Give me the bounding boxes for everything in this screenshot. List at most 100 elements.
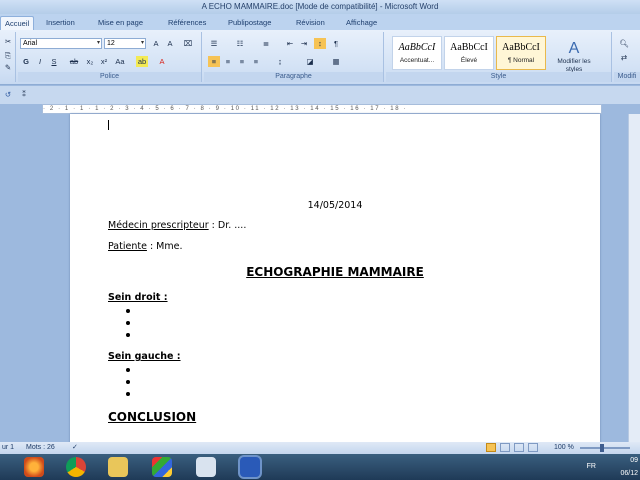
sein-gauche-heading: Sein gauche : xyxy=(108,351,181,362)
word-count[interactable]: Mots : 26 xyxy=(26,442,55,454)
document-date: 14/05/2014 xyxy=(307,200,363,211)
list-bullet xyxy=(126,309,130,313)
zoom-level[interactable]: 100 % xyxy=(554,442,574,454)
tab-accueil[interactable]: Accueil xyxy=(0,16,35,30)
tab-revision[interactable]: Révision xyxy=(292,16,329,30)
numbering-icon[interactable]: ☷ xyxy=(234,38,246,49)
tab-insertion[interactable]: Insertion xyxy=(42,16,79,30)
multilevel-list-icon[interactable]: ≣ xyxy=(260,38,272,49)
change-case-icon[interactable]: Aa xyxy=(114,56,126,67)
change-styles-button[interactable]: A Modifier les styles xyxy=(554,40,594,73)
zoom-slider-thumb[interactable] xyxy=(600,444,604,452)
undo-icon[interactable]: ↺ xyxy=(2,89,14,100)
file-explorer-icon[interactable] xyxy=(108,457,128,477)
medecin-line: Médecin prescripteur : Dr. .... xyxy=(108,220,246,231)
underline-icon[interactable]: S xyxy=(48,56,60,67)
bold-icon[interactable]: G xyxy=(20,56,32,67)
medecin-value: : Dr. .... xyxy=(208,220,247,231)
chrome-icon[interactable] xyxy=(66,457,86,477)
style-name: ¶ Normal xyxy=(507,57,535,64)
title-bar: A ECHO MAMMAIRE.doc [Mode de compatibili… xyxy=(0,0,640,14)
spellcheck-icon[interactable]: ✓ xyxy=(72,442,78,454)
outline-view-icon[interactable] xyxy=(528,443,538,452)
format-painter-icon[interactable]: ✎ xyxy=(2,62,14,73)
grow-font-icon[interactable]: A xyxy=(150,38,162,49)
medecin-label: Médecin prescripteur xyxy=(108,220,209,231)
list-bullet xyxy=(126,380,130,384)
tab-affichage[interactable]: Affichage xyxy=(342,16,381,30)
copy-icon[interactable]: ⎘ xyxy=(2,50,14,61)
align-right-icon[interactable]: ≡ xyxy=(236,56,248,67)
patiente-value: : Mme. xyxy=(146,241,183,252)
line-spacing-icon[interactable]: ↨ xyxy=(274,56,286,67)
chevron-down-icon: ▾ xyxy=(140,40,144,46)
zoom-slider[interactable] xyxy=(580,447,630,449)
font-color-icon[interactable]: A xyxy=(156,56,168,67)
snipping-tool-icon[interactable] xyxy=(196,457,216,477)
tab-publipostage[interactable]: Publipostage xyxy=(224,16,275,30)
full-screen-icon[interactable] xyxy=(500,443,510,452)
font-group: Arial ▾ 12 ▾ A A ⌧ G I S ab x₂ x² Aa ab … xyxy=(18,32,202,82)
ruler-marks: · 2 · 1 · 1 · 1 · 2 · 3 · 4 · 5 · 6 · 7 … xyxy=(43,106,408,112)
paragraph-group: ☰ ☷ ≣ ⇤ ⇥ ↕ ¶ ≡ ≡ ≡ ≡ ↨ ◪ ▦ Paragraphe xyxy=(204,32,384,82)
font-name-value: Arial xyxy=(23,40,38,47)
patiente-label: Patiente xyxy=(108,241,147,252)
shrink-font-icon[interactable]: A xyxy=(164,38,176,49)
align-left-icon[interactable]: ≡ xyxy=(208,56,220,67)
chevron-down-icon: ▾ xyxy=(96,40,100,46)
list-bullet xyxy=(126,392,130,396)
strikethrough-icon[interactable]: ab xyxy=(68,56,80,67)
clock[interactable]: 09 06/12 xyxy=(620,454,638,480)
show-formatting-icon[interactable]: ¶ xyxy=(330,38,342,49)
superscript-icon[interactable]: x² xyxy=(98,56,110,67)
highlight-icon[interactable]: ab xyxy=(136,56,148,67)
font-size-combo[interactable]: 12 ▾ xyxy=(104,38,146,49)
horizontal-ruler[interactable]: · 2 · 1 · 1 · 1 · 2 · 3 · 4 · 5 · 6 · 7 … xyxy=(42,104,602,114)
font-size-value: 12 xyxy=(107,40,115,47)
paragraph-group-label: Paragraphe xyxy=(204,72,383,82)
font-name-combo[interactable]: Arial ▾ xyxy=(20,38,102,49)
document-page[interactable]: 14/05/2014 Médecin prescripteur : Dr. ..… xyxy=(70,114,600,444)
sort-icon[interactable]: ↕ xyxy=(314,38,326,49)
firefox-icon[interactable] xyxy=(24,457,44,477)
word-icon[interactable] xyxy=(240,457,260,477)
window-title: A ECHO MAMMAIRE.doc [Mode de compatibili… xyxy=(201,2,439,11)
italic-icon[interactable]: I xyxy=(34,56,46,67)
ribbon-tabs: Accueil Insertion Mise en page Référence… xyxy=(0,14,640,30)
text-cursor xyxy=(108,120,109,130)
style-accentuation[interactable]: AaBbCcI Accentuat... xyxy=(392,36,442,70)
style-name: Élevé xyxy=(460,57,478,64)
print-layout-icon[interactable] xyxy=(486,443,496,452)
shading-icon[interactable]: ◪ xyxy=(304,56,316,67)
justify-icon[interactable]: ≡ xyxy=(250,56,262,67)
style-normal[interactable]: AaBbCcI ¶ Normal xyxy=(496,36,546,70)
subscript-icon[interactable]: x₂ xyxy=(84,56,96,67)
replace-icon[interactable]: ⇄ xyxy=(618,52,630,63)
ribbon: ✂ ⎘ ✎ Arial ▾ 12 ▾ A A ⌧ G I S ab x₂ x² … xyxy=(0,30,640,85)
list-bullet xyxy=(126,333,130,337)
cut-icon[interactable]: ✂ xyxy=(2,36,14,47)
vertical-scrollbar[interactable] xyxy=(628,114,640,442)
clear-format-icon[interactable]: ⌧ xyxy=(182,38,194,49)
page-indicator[interactable]: ur 1 xyxy=(2,442,14,454)
taskbar: FR 09 06/12 xyxy=(0,454,640,480)
web-layout-icon[interactable] xyxy=(514,443,524,452)
media-player-icon[interactable] xyxy=(152,457,172,477)
borders-icon[interactable]: ▦ xyxy=(330,56,342,67)
patiente-line: Patiente : Mme. xyxy=(108,241,183,252)
bullets-icon[interactable]: ☰ xyxy=(208,38,220,49)
document-area: 14/05/2014 Médecin prescripteur : Dr. ..… xyxy=(0,114,640,444)
conclusion-heading: CONCLUSION xyxy=(108,410,197,424)
align-center-icon[interactable]: ≡ xyxy=(222,56,234,67)
tab-mise-en-page[interactable]: Mise en page xyxy=(94,16,147,30)
language-indicator[interactable]: FR xyxy=(587,460,596,473)
style-eleve[interactable]: AaBbCcI Élevé xyxy=(444,36,494,70)
tab-references[interactable]: Références xyxy=(164,16,210,30)
style-sample: AaBbCcI xyxy=(398,42,436,53)
clock-date: 06/12 xyxy=(620,470,638,477)
style-name: Accentuat... xyxy=(399,57,435,64)
ruler-toggle-icon[interactable]: ⁑ xyxy=(18,89,30,100)
increase-indent-icon[interactable]: ⇥ xyxy=(298,38,310,49)
find-icon[interactable]: 🔍︎ xyxy=(618,38,630,49)
decrease-indent-icon[interactable]: ⇤ xyxy=(284,38,296,49)
